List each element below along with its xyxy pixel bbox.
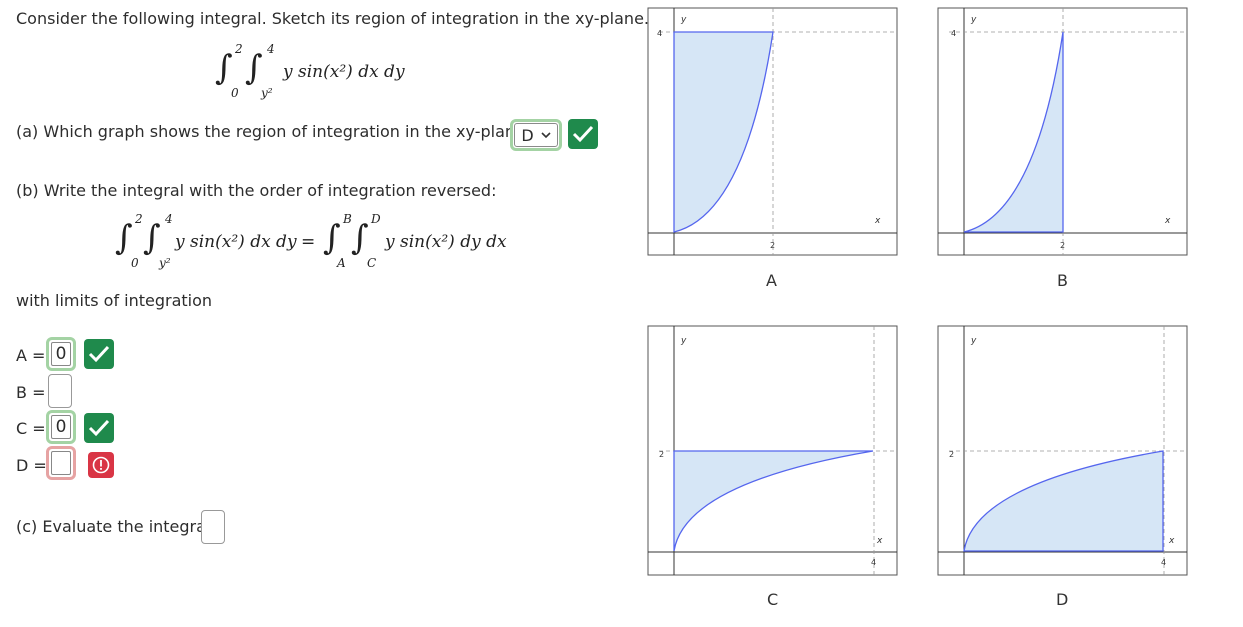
part-a-label: (a) Which graph shows the region of inte…	[16, 122, 534, 141]
outer-upper-limit: 2	[235, 42, 243, 56]
graph-select[interactable]: D	[510, 119, 562, 151]
rhs-inner-upper: D	[371, 212, 381, 226]
lhs-inner-lower: y²	[159, 256, 171, 270]
x-axis-label: x	[874, 216, 881, 226]
y-axis-label: y	[680, 15, 687, 25]
x-axis-label: x	[1164, 216, 1171, 226]
part-b-label: (b) Write the integral with the order of…	[16, 181, 497, 200]
graph-b-caption: B	[1057, 271, 1068, 290]
integral-sign-inner: ∫	[245, 48, 263, 88]
limit-c-input[interactable]: 0	[46, 410, 76, 444]
rhs-outer-lower: A	[337, 256, 346, 270]
graph-select-value: D	[521, 125, 534, 145]
integral-sign-outer: ∫	[115, 218, 133, 258]
part-c-label: (c) Evaluate the integral.	[16, 517, 216, 536]
equals-sign: =	[301, 232, 316, 252]
integrand: y sin(x²) dx dy	[283, 62, 405, 82]
field-d-label: D =	[16, 456, 47, 475]
lhs-outer-upper: 2	[135, 212, 143, 226]
limit-a-input[interactable]: 0	[46, 337, 76, 371]
x-tick-label: 4	[871, 558, 876, 567]
graph-c[interactable]: y x 2 4	[645, 323, 900, 578]
x-tick-label: 4	[1161, 558, 1166, 567]
x-tick-label: 2	[1060, 241, 1065, 250]
field-a-label: A =	[16, 346, 46, 365]
limit-b-input[interactable]	[48, 374, 72, 408]
check-icon	[84, 413, 114, 443]
graph-a[interactable]: y x 4 2	[645, 5, 900, 258]
question-intro: Consider the following integral. Sketch …	[16, 9, 649, 28]
outer-lower-limit: 0	[231, 86, 239, 100]
evaluate-input[interactable]	[201, 510, 225, 544]
main-integral: ∫ 2 0 ∫ 4 y² y sin(x²) dx dy	[215, 42, 415, 100]
y-axis-label: y	[970, 336, 977, 346]
field-c-label: C =	[16, 419, 46, 438]
graph-a-caption: A	[766, 271, 777, 290]
y-tick-label: 2	[949, 450, 954, 459]
integral-sign-inner-rhs: ∫	[351, 218, 369, 258]
error-icon	[88, 452, 114, 478]
inner-lower-limit: y²	[261, 86, 273, 100]
check-icon	[568, 119, 598, 149]
x-axis-label: x	[876, 536, 883, 546]
y-tick-label: 2	[659, 450, 664, 459]
y-axis-label: y	[970, 15, 977, 25]
lhs-inner-upper: 4	[165, 212, 173, 226]
field-b-label: B =	[16, 383, 46, 402]
graph-b[interactable]: y x 4 2	[935, 5, 1190, 258]
lhs-integrand: y sin(x²) dx dy	[175, 232, 297, 252]
lhs-outer-lower: 0	[131, 256, 139, 270]
y-tick-label: 4	[951, 29, 956, 38]
inner-upper-limit: 4	[267, 42, 275, 56]
limit-c-value: 0	[51, 415, 71, 439]
y-axis-label: y	[680, 336, 687, 346]
chevron-down-icon	[541, 131, 551, 138]
graph-c-caption: C	[767, 590, 779, 609]
limit-d-value	[51, 451, 71, 475]
integral-sign-outer: ∫	[215, 48, 233, 88]
check-icon	[84, 339, 114, 369]
y-tick-label: 4	[657, 29, 662, 38]
integral-sign-inner: ∫	[143, 218, 161, 258]
x-axis-label: x	[1168, 536, 1175, 546]
reversed-integral: ∫ 2 0 ∫ 4 y² y sin(x²) dx dy = ∫ B A ∫ D…	[115, 212, 515, 272]
integral-sign-outer-rhs: ∫	[323, 218, 341, 258]
limit-d-input[interactable]	[46, 446, 76, 480]
graph-d-caption: D	[1056, 590, 1069, 609]
rhs-integrand: y sin(x²) dy dx	[385, 232, 507, 252]
x-tick-label: 2	[770, 241, 775, 250]
rhs-inner-lower: C	[367, 256, 377, 270]
graph-d[interactable]: y x 2 4	[935, 323, 1190, 578]
limits-label: with limits of integration	[16, 291, 213, 310]
limit-a-value: 0	[51, 342, 71, 366]
